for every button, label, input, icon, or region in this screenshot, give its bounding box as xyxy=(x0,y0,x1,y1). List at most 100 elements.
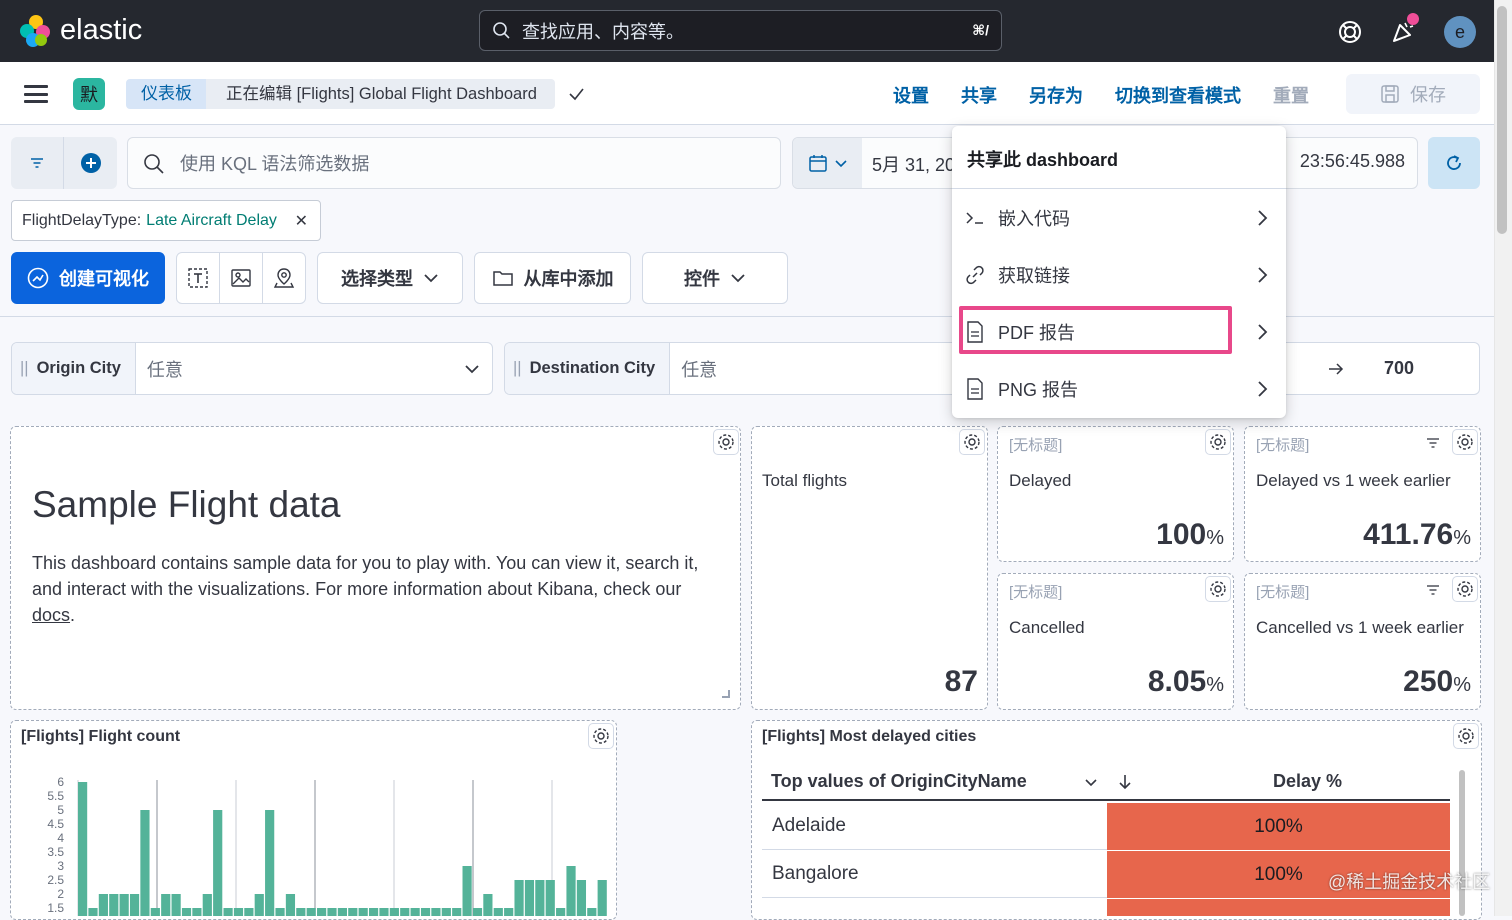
chart-bar[interactable] xyxy=(233,908,244,916)
drag-handle-icon[interactable]: || xyxy=(20,359,29,378)
chart-bar[interactable] xyxy=(213,810,223,916)
chart-bar[interactable] xyxy=(420,908,431,916)
filter-pill[interactable]: FlightDelayType: Late Aircraft Delay ✕ xyxy=(11,200,321,241)
save-as-link[interactable]: 另存为 xyxy=(1029,82,1083,108)
chart-bar[interactable] xyxy=(368,908,379,916)
resize-handle-icon[interactable] xyxy=(722,690,730,698)
docs-link[interactable]: docs xyxy=(32,605,70,625)
share-link[interactable]: 共享 xyxy=(961,82,997,108)
chart-bar[interactable] xyxy=(358,908,368,916)
chart-bar[interactable] xyxy=(327,908,337,916)
table-row[interactable]: Adelaide 100% xyxy=(762,803,1450,850)
chart-bar[interactable] xyxy=(337,908,347,916)
date-end[interactable]: 23:56:45.988 xyxy=(1300,151,1405,172)
chart-bar[interactable] xyxy=(88,908,98,916)
help-icon[interactable] xyxy=(1338,20,1362,44)
date-start[interactable]: 5月 31, 20 xyxy=(872,151,955,177)
share-item-png-report[interactable]: PNG 报告 xyxy=(964,367,1274,411)
chart-bar[interactable] xyxy=(524,880,535,916)
space-avatar[interactable]: 默 xyxy=(73,78,105,110)
chart-bar[interactable] xyxy=(472,908,483,916)
chart-bar[interactable] xyxy=(161,894,171,916)
settings-link[interactable]: 设置 xyxy=(893,82,929,108)
chart-bar[interactable] xyxy=(410,908,420,916)
origin-city-control[interactable]: || Origin City 任意 xyxy=(11,342,493,395)
chart-bar[interactable] xyxy=(244,908,254,916)
add-text-button[interactable] xyxy=(177,253,220,303)
close-icon[interactable]: ✕ xyxy=(295,211,308,231)
chart-bar[interactable] xyxy=(535,880,545,916)
create-visualization-button[interactable]: 创建可视化 xyxy=(11,252,165,304)
flight-count-chart[interactable]: 65.554.543.532.521.5 xyxy=(20,770,610,916)
global-search-input[interactable]: 查找应用、内容等。 ⌘/ xyxy=(479,10,1002,51)
table-scrollbar[interactable] xyxy=(1459,770,1465,916)
chart-bar[interactable] xyxy=(556,908,566,916)
chart-bar[interactable] xyxy=(441,908,451,916)
chart-bar[interactable] xyxy=(254,894,264,916)
add-from-library-button[interactable]: 从库中添加 xyxy=(474,252,631,304)
page-scrollbar-thumb[interactable] xyxy=(1497,6,1507,234)
chart-bar[interactable] xyxy=(587,908,597,916)
chart-bar[interactable] xyxy=(150,908,160,916)
gear-icon[interactable] xyxy=(1453,723,1479,749)
controls-button[interactable]: 控件 xyxy=(642,252,788,304)
sort-descending-icon[interactable] xyxy=(1117,773,1133,791)
gear-icon[interactable] xyxy=(713,429,739,455)
kql-search-input[interactable]: 使用 KQL 语法筛选数据 xyxy=(127,137,781,189)
user-avatar[interactable]: e xyxy=(1444,16,1476,48)
origin-city-value[interactable]: 任意 xyxy=(136,343,492,394)
chart-bar[interactable] xyxy=(483,894,493,916)
chart-bar[interactable] xyxy=(379,908,389,916)
switch-to-view-mode-link[interactable]: 切换到查看模式 xyxy=(1115,82,1241,108)
chart-bar[interactable] xyxy=(223,908,233,916)
chart-bar[interactable] xyxy=(129,894,140,916)
column-header-delay[interactable]: Delay % xyxy=(1273,771,1342,792)
share-item-embed-code[interactable]: 嵌入代码 xyxy=(964,196,1274,240)
range-control[interactable]: 700 xyxy=(1286,342,1480,395)
table-row[interactable] xyxy=(762,899,1450,916)
chart-bar[interactable] xyxy=(348,908,358,916)
chart-bar[interactable] xyxy=(493,908,503,916)
filter-options-button[interactable] xyxy=(11,137,64,189)
gear-icon[interactable] xyxy=(1452,576,1478,602)
gear-icon[interactable] xyxy=(1452,429,1478,455)
chart-bar[interactable] xyxy=(514,880,524,916)
elastic-logo[interactable]: elastic xyxy=(20,14,142,47)
breadcrumb-dashboards[interactable]: 仪表板 xyxy=(126,79,222,109)
add-image-button[interactable] xyxy=(220,253,263,303)
chart-bar[interactable] xyxy=(597,880,607,916)
chart-bar[interactable] xyxy=(171,894,181,916)
chart-bar[interactable] xyxy=(462,866,472,916)
share-item-get-link[interactable]: 获取链接 xyxy=(964,253,1274,297)
chart-bar[interactable] xyxy=(192,908,202,916)
gear-icon[interactable] xyxy=(588,723,614,749)
quick-date-button[interactable] xyxy=(793,138,862,188)
destination-city-control[interactable]: || Destination City 任意 xyxy=(504,342,964,395)
add-filter-button[interactable] xyxy=(64,137,117,189)
chart-bar[interactable] xyxy=(296,908,306,916)
select-type-button[interactable]: 选择类型 xyxy=(317,252,463,304)
chart-bar[interactable] xyxy=(285,894,296,916)
chart-bar[interactable] xyxy=(306,908,316,916)
filter-icon[interactable] xyxy=(1425,436,1441,450)
chart-bar[interactable] xyxy=(504,908,514,916)
chart-bar[interactable] xyxy=(202,894,212,916)
chart-bar[interactable] xyxy=(452,908,462,916)
chart-bar[interactable] xyxy=(566,866,576,916)
chart-bar[interactable] xyxy=(275,908,285,916)
chart-bar[interactable] xyxy=(109,894,119,916)
gear-icon[interactable] xyxy=(1205,429,1231,455)
chart-bar[interactable] xyxy=(78,782,88,916)
save-button[interactable]: 保存 xyxy=(1346,74,1480,114)
chevron-down-icon[interactable] xyxy=(1084,775,1098,789)
chart-bar[interactable] xyxy=(140,810,150,916)
gear-icon[interactable] xyxy=(1205,576,1231,602)
column-header-city[interactable]: Top values of OriginCityName xyxy=(771,771,1027,792)
filter-icon[interactable] xyxy=(1425,583,1441,597)
check-icon[interactable] xyxy=(568,86,584,102)
drag-handle-icon[interactable]: || xyxy=(513,359,522,378)
gear-icon[interactable] xyxy=(959,429,985,455)
menu-toggle-icon[interactable] xyxy=(24,85,48,103)
chart-bar[interactable] xyxy=(265,810,275,916)
chart-bar[interactable] xyxy=(431,908,441,916)
